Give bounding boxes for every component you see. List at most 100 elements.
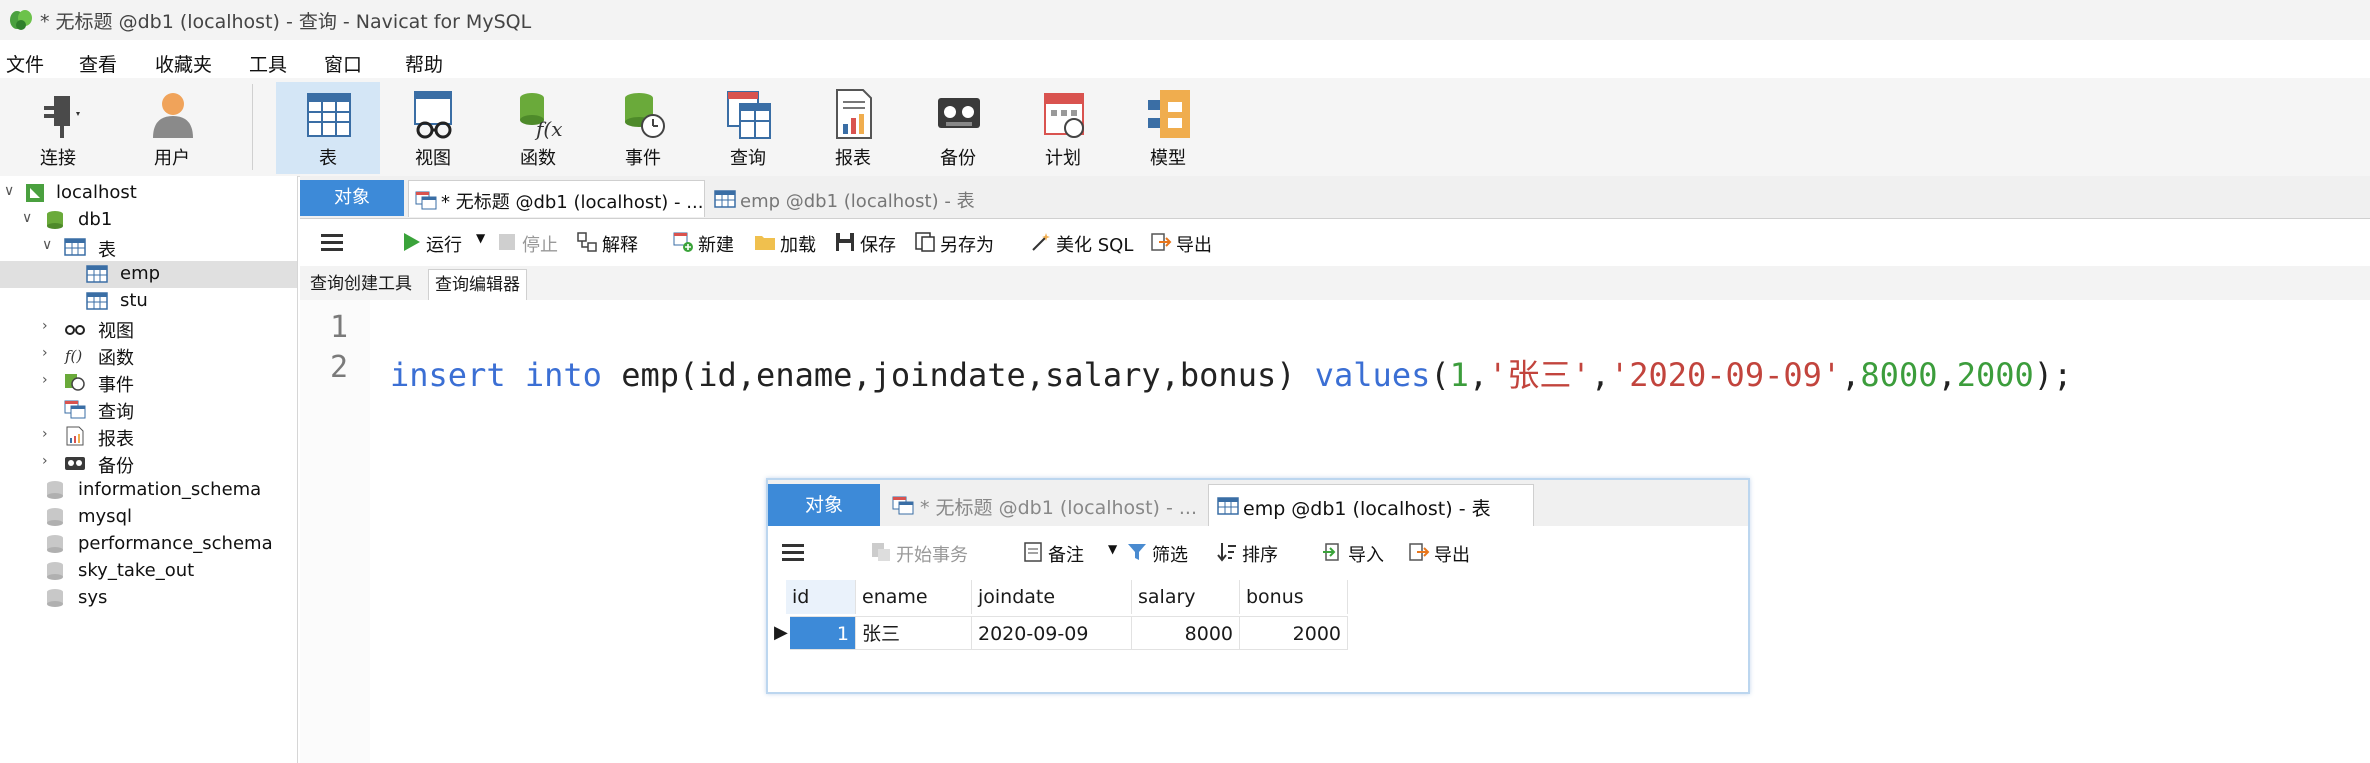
cell-salary[interactable]: 8000 (1132, 616, 1240, 650)
column-header-bonus[interactable]: bonus (1240, 580, 1348, 614)
folder-icon (755, 236, 775, 250)
column-header-joindate[interactable]: joindate (972, 580, 1132, 614)
menu-favorites[interactable]: 收藏夹 (155, 50, 212, 77)
query-button[interactable]: 查询 (698, 82, 798, 174)
chevron-right-icon[interactable]: › (42, 372, 48, 388)
tab-table-emp[interactable]: emp @db1 (localhost) - 表 (708, 180, 998, 216)
tree-group-views[interactable]: › 视图 (0, 315, 297, 342)
chevron-down-icon[interactable]: ∨ (42, 237, 52, 253)
chevron-right-icon[interactable]: › (42, 318, 48, 334)
function-icon: f() (64, 347, 82, 365)
overlay-tab-table-emp[interactable]: emp @db1 (localhost) - 表 (1208, 484, 1534, 527)
chevron-right-icon[interactable]: › (42, 453, 48, 469)
tree-table-stu[interactable]: stu (0, 288, 297, 315)
tree-label-performance-schema: performance_schema (78, 533, 273, 554)
import-label: 导入 (1348, 545, 1384, 566)
view-button[interactable]: 视图 (383, 82, 483, 174)
tree-group-events[interactable]: › 事件 (0, 369, 297, 396)
load-label: 加载 (780, 235, 816, 256)
cell-id[interactable]: 1 (790, 616, 856, 650)
tree-group-queries[interactable]: 查询 (0, 396, 297, 423)
tree-database-mysql[interactable]: mysql (0, 504, 297, 531)
begin-transaction-button[interactable]: 开始事务 (870, 539, 990, 567)
event-label: 事件 (625, 148, 661, 169)
export-label: 导出 (1176, 235, 1212, 256)
sql-code-line[interactable]: insert into emp(id,ename,joindate,salary… (390, 350, 2072, 396)
menu-icon[interactable] (321, 234, 343, 252)
tree-group-backups[interactable]: › 备份 (0, 450, 297, 477)
menu-window[interactable]: 窗口 (324, 50, 362, 77)
sql-keyword: values (1314, 356, 1431, 394)
menu-file[interactable]: 文件 (6, 50, 44, 77)
beautify-sql-button[interactable]: 美化 SQL (1030, 229, 1140, 257)
stop-button[interactable]: 停止 (496, 229, 566, 257)
cell-bonus[interactable]: 2000 (1240, 616, 1348, 650)
load-button[interactable]: 加载 (754, 229, 824, 257)
tree-database-db1[interactable]: ∨ db1 (0, 207, 297, 234)
explain-button[interactable]: 解释 (576, 229, 646, 257)
chevron-right-icon[interactable]: › (42, 426, 48, 442)
tree-database-sky-take-out[interactable]: sky_take_out (0, 558, 297, 585)
overlay-tab-objects[interactable]: 对象 (768, 484, 880, 526)
report-button[interactable]: 报表 (803, 82, 903, 174)
chevron-down-icon[interactable]: ∨ (4, 183, 14, 199)
menu-tools[interactable]: 工具 (249, 50, 287, 77)
tab-query-builder[interactable]: 查询创建工具 (304, 269, 418, 300)
schedule-button[interactable]: 计划 (1013, 82, 1113, 174)
tab-query[interactable]: * 无标题 @db1 (localhost) - ... (408, 180, 705, 217)
backup-label: 备份 (940, 148, 976, 169)
note-button[interactable]: 备注 ▼ (1022, 539, 1122, 567)
tree-database-information-schema[interactable]: information_schema (0, 477, 297, 504)
tree-connection-localhost[interactable]: ∨ localhost (0, 180, 297, 207)
table-button[interactable]: 表 (276, 82, 380, 174)
menu-icon[interactable] (782, 544, 804, 562)
overlay-tab-query[interactable]: * 无标题 @db1 (localhost) - ... (884, 484, 1204, 526)
backup-icon (938, 98, 980, 128)
caret-down-icon[interactable]: ▼ (476, 231, 485, 245)
new-query-icon (673, 232, 693, 252)
filter-button[interactable]: 筛选 (1126, 539, 1206, 567)
run-button[interactable]: 运行 ▼ (400, 229, 485, 257)
caret-down-icon[interactable]: ▼ (1108, 542, 1117, 556)
cell-joindate[interactable]: 2020-09-09 (972, 616, 1132, 650)
export-button[interactable]: 导出 (1408, 539, 1488, 567)
tree-database-sys[interactable]: sys (0, 585, 297, 612)
function-button[interactable]: f(x) 函数 (488, 82, 588, 174)
function-icon: f(x) (520, 93, 562, 140)
tab-objects[interactable]: 对象 (300, 180, 404, 216)
line-number-gutter: 1 2 (300, 300, 370, 763)
event-button[interactable]: 事件 (593, 82, 693, 174)
menu-view[interactable]: 查看 (79, 50, 117, 77)
sql-punct: ); (2033, 356, 2073, 394)
database-icon (47, 589, 63, 607)
cell-ename[interactable]: 张三 (856, 616, 972, 650)
column-header-ename[interactable]: ename (856, 580, 972, 614)
column-header-id[interactable]: id (786, 580, 856, 614)
tab-query-editor[interactable]: 查询编辑器 (428, 269, 527, 302)
tree-group-functions[interactable]: › f() 函数 (0, 342, 297, 369)
tree-group-tables[interactable]: ∨ 表 (0, 234, 297, 261)
backup-button[interactable]: 备份 (908, 82, 1008, 174)
sort-button[interactable]: 排序 (1216, 539, 1296, 567)
user-button[interactable]: 用户 (122, 82, 222, 174)
query-icon (727, 91, 771, 139)
save-as-icon (915, 232, 935, 252)
database-icon (47, 535, 63, 553)
save-as-button[interactable]: 另存为 (914, 229, 1004, 257)
column-header-salary[interactable]: salary (1132, 580, 1240, 614)
connect-button[interactable]: 连接 (8, 82, 108, 174)
user-icon (153, 93, 193, 138)
schedule-label: 计划 (1045, 148, 1081, 169)
chevron-right-icon[interactable]: › (42, 345, 48, 361)
export-button[interactable]: 导出 (1150, 229, 1220, 257)
menu-help[interactable]: 帮助 (405, 50, 443, 77)
tree-group-reports[interactable]: › 报表 (0, 423, 297, 450)
tree-table-emp[interactable]: emp (0, 261, 297, 288)
model-button[interactable]: 模型 (1118, 82, 1218, 174)
chevron-down-icon[interactable]: ∨ (22, 210, 32, 226)
import-button[interactable]: 导入 (1322, 539, 1402, 567)
save-button[interactable]: 保存 (834, 229, 904, 257)
new-button[interactable]: 新建 (672, 229, 742, 257)
tree-database-performance-schema[interactable]: performance_schema (0, 531, 297, 558)
tree-label-sys: sys (78, 587, 108, 608)
